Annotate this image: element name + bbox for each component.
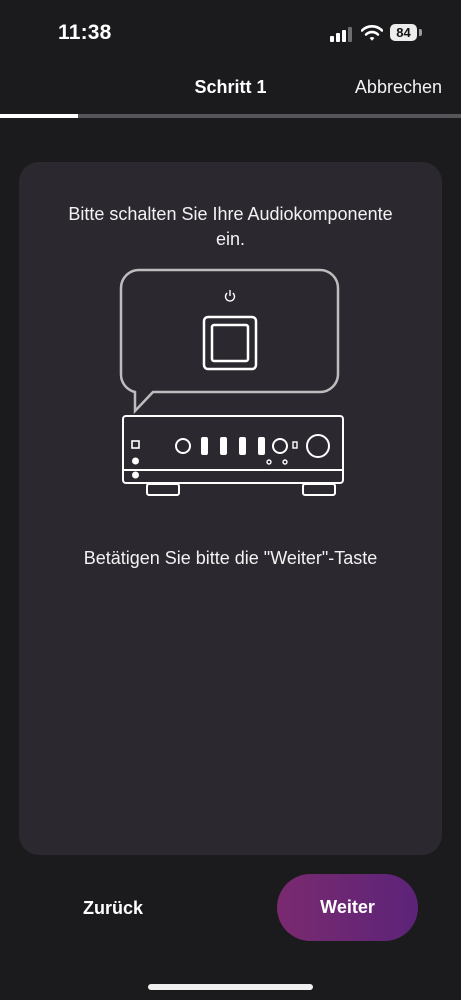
hint-text: Betätigen Sie bitte die "Weiter"-Taste bbox=[83, 548, 378, 568]
wifi-icon bbox=[360, 24, 384, 47]
progress-bar-fill bbox=[0, 114, 79, 118]
amplifier-icon bbox=[122, 415, 344, 496]
battery-level: 84 bbox=[390, 24, 417, 41]
next-button[interactable]: Weiter bbox=[277, 874, 418, 941]
status-time: 11:38 bbox=[58, 21, 112, 44]
cancel-button[interactable]: Abbrechen bbox=[355, 77, 442, 98]
instruction-text: Bitte schalten Sie Ihre Audiokomponente … bbox=[68, 204, 393, 249]
signal-icon bbox=[330, 26, 352, 47]
amplifier-illustration bbox=[103, 266, 365, 509]
back-button[interactable]: Zurück bbox=[62, 880, 164, 936]
battery-icon: 84 bbox=[390, 24, 422, 43]
power-icon bbox=[224, 290, 236, 302]
battery-tip bbox=[419, 29, 422, 36]
progress-bar bbox=[0, 114, 461, 118]
instruction-card: Bitte schalten Sie Ihre Audiokomponente … bbox=[19, 162, 442, 855]
power-button-icon bbox=[202, 315, 258, 371]
status-bar: 11:38 84 bbox=[0, 0, 461, 70]
home-indicator bbox=[148, 984, 313, 990]
